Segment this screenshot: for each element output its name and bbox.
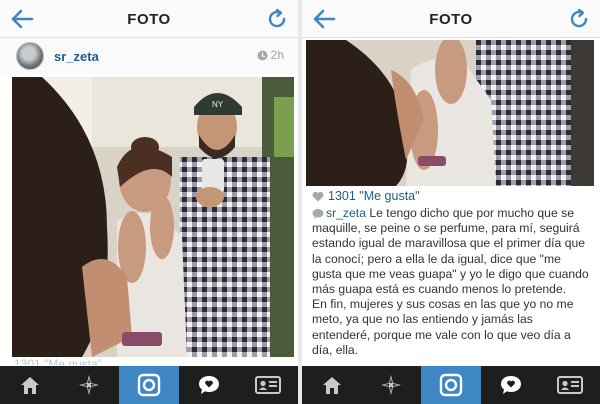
speech-bubble-icon [198, 376, 219, 394]
tab-activity[interactable] [481, 366, 541, 404]
nav-header: FOTO [0, 0, 298, 38]
clock-icon [257, 50, 268, 60]
cap-logo: NY [212, 100, 224, 109]
likes-count-partial[interactable]: 1301 "Me gusta" [14, 357, 102, 365]
tab-activity[interactable] [179, 366, 239, 404]
star-icon [79, 375, 100, 395]
speech-bubble-icon [500, 376, 521, 394]
profile-card-icon [255, 376, 282, 394]
star-icon [381, 375, 402, 395]
time-label: 2h [270, 48, 284, 62]
caption-paragraph-1: sr_zeta Le tengo dicho que por mucho que… [312, 206, 594, 297]
camera-icon [439, 373, 463, 397]
comment-icon [312, 209, 324, 219]
refresh-icon[interactable] [266, 8, 288, 30]
tab-camera[interactable] [421, 366, 481, 404]
tab-explore[interactable] [362, 366, 422, 404]
profile-card-icon [557, 376, 584, 394]
likes-row[interactable]: 1301 "Me gusta" [312, 189, 420, 203]
heart-icon [312, 191, 324, 201]
tab-bar [302, 366, 600, 404]
nav-header: FOTO [302, 0, 600, 38]
home-icon [322, 377, 341, 394]
tab-home[interactable] [0, 366, 60, 404]
page-title: FOTO [127, 11, 171, 28]
camera-icon [137, 373, 161, 397]
caption-paragraph-2: En fin, mujeres y sus cosas en las que y… [312, 297, 574, 357]
post-time: 2h [257, 48, 284, 62]
left-screen: FOTO sr_zeta 2h NY 1301 "Me gusta" [0, 0, 298, 404]
tab-bar [0, 366, 298, 404]
post-photo[interactable]: NY [12, 77, 294, 357]
refresh-icon[interactable] [568, 8, 590, 30]
tab-profile[interactable] [238, 366, 298, 404]
likes-count[interactable]: 1301 "Me gusta" [328, 189, 420, 203]
tab-camera[interactable] [119, 366, 179, 404]
post-photo-scrolled[interactable] [306, 40, 594, 186]
page-title: FOTO [429, 11, 473, 28]
right-screen: FOTO 1301 "Me gusta" sr_zeta Le tengo di… [302, 0, 600, 404]
post-caption: sr_zeta Le tengo dicho que por mucho que… [312, 206, 594, 358]
username[interactable]: sr_zeta [54, 49, 99, 64]
post-header: sr_zeta 2h [0, 38, 298, 74]
home-icon [20, 377, 39, 394]
tab-home[interactable] [302, 366, 362, 404]
caption-username[interactable]: sr_zeta [326, 206, 366, 220]
tab-profile[interactable] [540, 366, 600, 404]
tab-explore[interactable] [60, 366, 120, 404]
avatar[interactable] [16, 42, 44, 70]
